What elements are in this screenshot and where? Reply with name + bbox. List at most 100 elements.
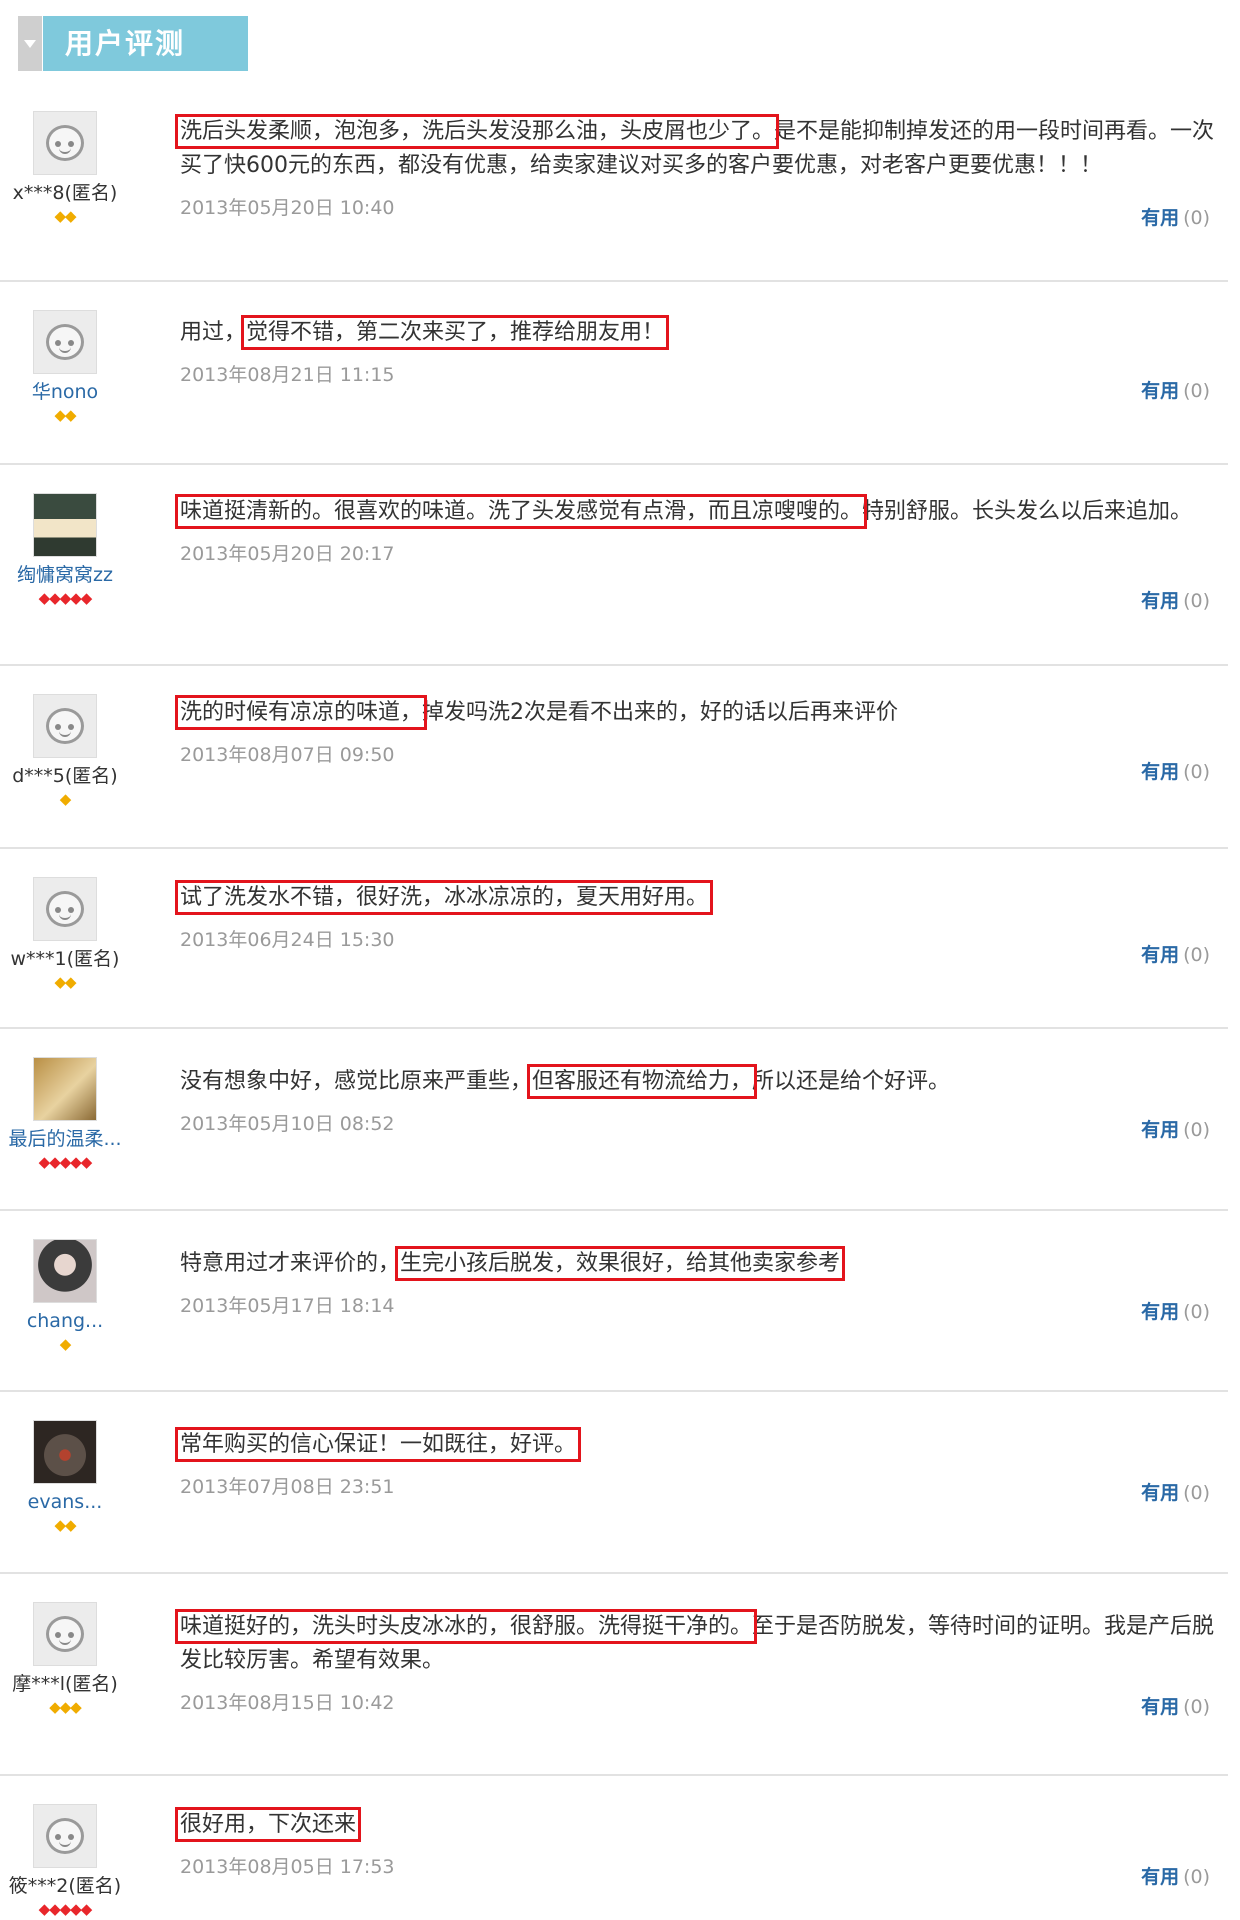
useful-button[interactable]: 有用 <box>1141 380 1179 402</box>
review-item: 最后的温柔... ◆◆◆◆◆ 没有想象中好，感觉比原来严重些，但客服还有物流给力… <box>0 1027 1228 1211</box>
avatar[interactable] <box>33 111 97 175</box>
useful-vote[interactable]: 有用 (0) <box>1141 1862 1210 1889</box>
useful-count: (0) <box>1183 1482 1210 1504</box>
highlighted-comment: 味道挺好的，洗头时头皮冰冰的，很舒服。洗得挺干净的。 <box>174 1609 758 1644</box>
comment-text-after: 特别舒服。长头发么以后来追加。 <box>862 499 1193 524</box>
review-content: 没有想象中好，感觉比原来严重些，但客服还有物流给力，所以还是给个好评。 2013… <box>180 1064 1230 1136</box>
reviewer: x***8(匿名) ◆◆ <box>0 111 130 224</box>
reviewer-name: 摩***l(匿名) <box>12 1673 118 1695</box>
review-comment: 常年购买的信心保证！一如既往，好评。 <box>174 1427 1230 1462</box>
avatar[interactable] <box>33 1057 97 1121</box>
useful-button[interactable]: 有用 <box>1141 1119 1179 1141</box>
useful-count: (0) <box>1183 1119 1210 1141</box>
useful-vote[interactable]: 有用 (0) <box>1141 1297 1210 1324</box>
reviewer-name: d***5(匿名) <box>12 765 118 787</box>
reviewer: 最后的温柔... ◆◆◆◆◆ <box>0 1057 130 1170</box>
review-date: 2013年07月08日 23:51 <box>180 1476 395 1498</box>
comment-text-after: 所以还是给个好评。 <box>752 1069 951 1094</box>
useful-vote[interactable]: 有用 (0) <box>1141 1692 1210 1719</box>
highlighted-comment: 洗的时候有凉凉的味道， <box>174 695 428 730</box>
reviewer-name[interactable]: 最后的温柔... <box>0 1127 130 1151</box>
review-comment: 试了洗发水不错，很好洗，冰冰凉凉的，夏天用好用。 <box>174 880 1230 915</box>
review-content: 特意用过才来评价的，生完小孩后脱发，效果很好，给其他卖家参考 2013年05月1… <box>180 1246 1230 1318</box>
useful-count: (0) <box>1183 207 1210 229</box>
useful-vote[interactable]: 有用 (0) <box>1141 376 1210 403</box>
useful-count: (0) <box>1183 944 1210 966</box>
reviewer: evans... ◆◆ <box>0 1420 130 1533</box>
avatar[interactable] <box>33 1239 97 1303</box>
reviewer-name: w***1(匿名) <box>10 948 120 970</box>
useful-count: (0) <box>1183 761 1210 783</box>
default-avatar-icon <box>46 708 84 744</box>
highlighted-comment: 生完小孩后脱发，效果很好，给其他卖家参考 <box>395 1246 846 1281</box>
review-page: 用户评测 x***8(匿名) ◆◆ 洗后头发柔顺，泡泡多，洗后头发没那么油，头皮… <box>0 0 1240 1920</box>
useful-button[interactable]: 有用 <box>1141 1301 1179 1323</box>
useful-button[interactable]: 有用 <box>1141 207 1179 229</box>
reviewer: chang... ◆ <box>0 1239 130 1352</box>
credit-badge-icon: ◆ <box>59 790 72 808</box>
review-comment: 味道挺清新的。很喜欢的味道。洗了头发感觉有点滑，而且凉嗖嗖的。特别舒服。长头发么… <box>174 494 1230 529</box>
review-comment: 没有想象中好，感觉比原来严重些，但客服还有物流给力，所以还是给个好评。 <box>180 1064 1230 1099</box>
useful-button[interactable]: 有用 <box>1141 1482 1179 1504</box>
review-content: 洗的时候有凉凉的味道，掉发吗洗2次是看不出来的，好的话以后再来评价 2013年0… <box>174 695 1230 767</box>
avatar[interactable] <box>33 877 97 941</box>
useful-vote[interactable]: 有用 (0) <box>1141 1478 1210 1505</box>
avatar[interactable] <box>33 1420 97 1484</box>
collapse-arrow-icon[interactable] <box>18 16 42 71</box>
review-item: d***5(匿名) ◆ 洗的时候有凉凉的味道，掉发吗洗2次是看不出来的，好的话以… <box>0 664 1228 849</box>
avatar[interactable] <box>33 310 97 374</box>
review-comment: 很好用，下次还来 <box>174 1807 1230 1842</box>
review-item: 华nono ◆◆ 用过，觉得不错，第二次来买了，推荐给朋友用！ 2013年08月… <box>0 280 1228 465</box>
review-date: 2013年06月24日 15:30 <box>180 929 395 951</box>
review-item: 绹慵窝窝zz ◆◆◆◆◆ 味道挺清新的。很喜欢的味道。洗了头发感觉有点滑，而且凉… <box>0 463 1228 666</box>
avatar[interactable] <box>33 1804 97 1868</box>
review-comment: 用过，觉得不错，第二次来买了，推荐给朋友用！ <box>180 315 1230 350</box>
useful-vote[interactable]: 有用 (0) <box>1141 757 1210 784</box>
review-item: x***8(匿名) ◆◆ 洗后头发柔顺，泡泡多，洗后头发没那么油，头皮屑也少了。… <box>0 75 1228 282</box>
useful-button[interactable]: 有用 <box>1141 1696 1179 1718</box>
review-content: 味道挺清新的。很喜欢的味道。洗了头发感觉有点滑，而且凉嗖嗖的。特别舒服。长头发么… <box>174 494 1230 566</box>
reviewer: w***1(匿名) ◆◆ <box>0 877 130 990</box>
reviewer: d***5(匿名) ◆ <box>0 694 130 807</box>
review-date: 2013年08月15日 10:42 <box>180 1692 395 1714</box>
useful-button[interactable]: 有用 <box>1141 944 1179 966</box>
useful-button[interactable]: 有用 <box>1141 590 1179 612</box>
comment-text-before: 用过， <box>180 320 247 345</box>
reviewer-name[interactable]: 绹慵窝窝zz <box>0 563 130 587</box>
section-tab[interactable]: 用户评测 <box>18 16 248 71</box>
review-comment: 洗的时候有凉凉的味道，掉发吗洗2次是看不出来的，好的话以后再来评价 <box>174 695 1230 730</box>
credit-badge-icon: ◆◆ <box>54 207 76 225</box>
avatar[interactable] <box>33 493 97 557</box>
avatar[interactable] <box>33 1602 97 1666</box>
review-content: 味道挺好的，洗头时头皮冰冰的，很舒服。洗得挺干净的。至于是否防脱发，等待时间的证… <box>174 1609 1230 1715</box>
useful-vote[interactable]: 有用 (0) <box>1141 1115 1210 1142</box>
useful-count: (0) <box>1183 1301 1210 1323</box>
review-content: 洗后头发柔顺，泡泡多，洗后头发没那么油，头皮屑也少了。是不是能抑制掉发还的用一段… <box>174 114 1230 220</box>
review-date: 2013年08月07日 09:50 <box>180 744 395 766</box>
useful-vote[interactable]: 有用 (0) <box>1141 586 1210 613</box>
default-avatar-icon <box>46 1818 84 1854</box>
review-content: 很好用，下次还来 2013年08月05日 17:53 <box>174 1807 1230 1879</box>
review-date: 2013年08月21日 11:15 <box>180 364 395 386</box>
review-date: 2013年08月05日 17:53 <box>180 1856 395 1878</box>
review-comment: 味道挺好的，洗头时头皮冰冰的，很舒服。洗得挺干净的。至于是否防脱发，等待时间的证… <box>174 1609 1230 1678</box>
review-comment: 洗后头发柔顺，泡泡多，洗后头发没那么油，头皮屑也少了。是不是能抑制掉发还的用一段… <box>174 114 1230 183</box>
review-date: 2013年05月20日 10:40 <box>180 197 395 219</box>
default-avatar-icon <box>46 324 84 360</box>
reviewer-name[interactable]: evans... <box>0 1490 130 1514</box>
useful-vote[interactable]: 有用 (0) <box>1141 203 1210 230</box>
useful-button[interactable]: 有用 <box>1141 761 1179 783</box>
default-avatar-icon <box>46 1616 84 1652</box>
review-item: 筱***2(匿名) ◆◆◆◆◆ 很好用，下次还来 2013年08月05日 17:… <box>0 1774 1228 1920</box>
reviewer-name[interactable]: 华nono <box>0 380 130 404</box>
review-date: 2013年05月20日 20:17 <box>180 543 395 565</box>
reviewer: 华nono ◆◆ <box>0 310 130 423</box>
section-title: 用户评测 <box>43 16 248 71</box>
review-content: 用过，觉得不错，第二次来买了，推荐给朋友用！ 2013年08月21日 11:15 <box>180 315 1230 387</box>
reviewer-name[interactable]: chang... <box>0 1309 130 1333</box>
review-item: w***1(匿名) ◆◆ 试了洗发水不错，很好洗，冰冰凉凉的，夏天用好用。 20… <box>0 847 1228 1029</box>
avatar[interactable] <box>33 694 97 758</box>
useful-button[interactable]: 有用 <box>1141 1866 1179 1888</box>
review-item: chang... ◆ 特意用过才来评价的，生完小孩后脱发，效果很好，给其他卖家参… <box>0 1209 1228 1392</box>
useful-vote[interactable]: 有用 (0) <box>1141 940 1210 967</box>
